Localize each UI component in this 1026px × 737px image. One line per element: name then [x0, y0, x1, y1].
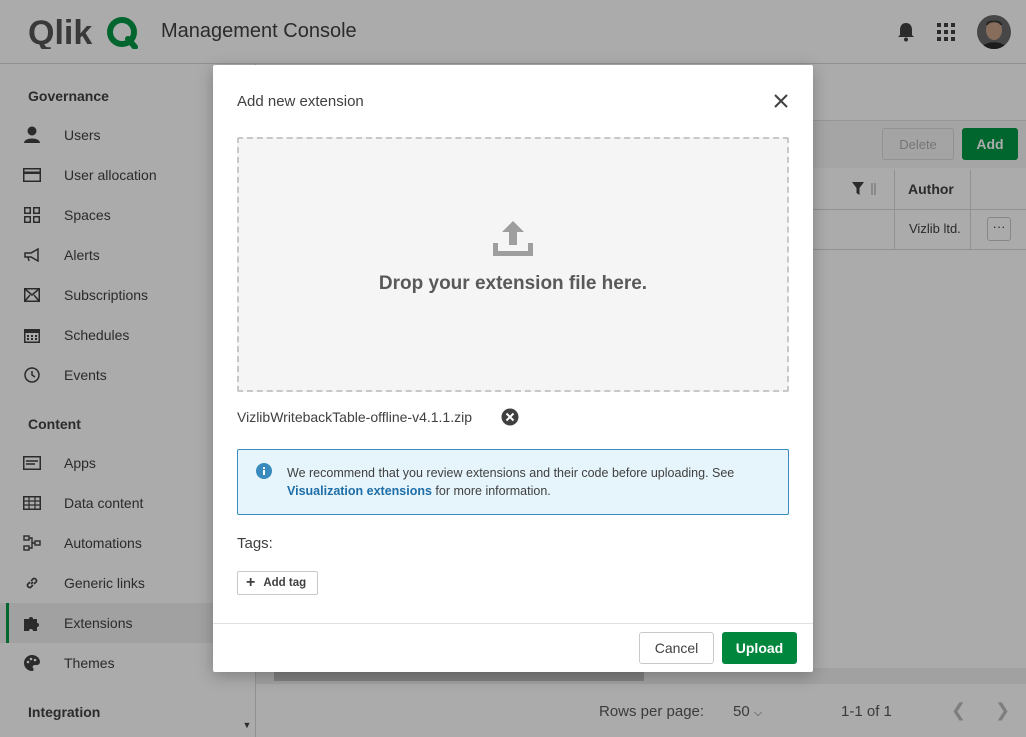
- visualization-extensions-link[interactable]: Visualization extensions: [287, 484, 432, 498]
- selected-file-name: VizlibWritebackTable-offline-v4.1.1.zip: [237, 409, 473, 425]
- dialog-title: Add new extension: [237, 93, 364, 110]
- tags-label: Tags:: [237, 535, 273, 552]
- plus-icon: +: [246, 574, 256, 591]
- info-text: We recommend that you review extensions …: [287, 466, 735, 480]
- cancel-button[interactable]: Cancel: [639, 632, 714, 664]
- add-tag-button[interactable]: + Add tag: [237, 571, 318, 595]
- dropzone-text: Drop your extension file here.: [378, 273, 648, 294]
- upload-icon: [492, 221, 534, 262]
- close-icon[interactable]: [771, 91, 791, 111]
- add-tag-label: Add tag: [263, 577, 307, 589]
- add-extension-dialog: Add new extension Drop your extension fi…: [213, 65, 813, 672]
- upload-button[interactable]: Upload: [722, 632, 797, 664]
- remove-file-icon[interactable]: [501, 408, 519, 426]
- file-dropzone[interactable]: Drop your extension file here.: [237, 137, 789, 392]
- info-banner: We recommend that you review extensions …: [237, 449, 789, 515]
- info-icon: [256, 463, 272, 484]
- info-message: We recommend that you review extensions …: [287, 464, 757, 500]
- info-text-end: for more information.: [431, 484, 551, 498]
